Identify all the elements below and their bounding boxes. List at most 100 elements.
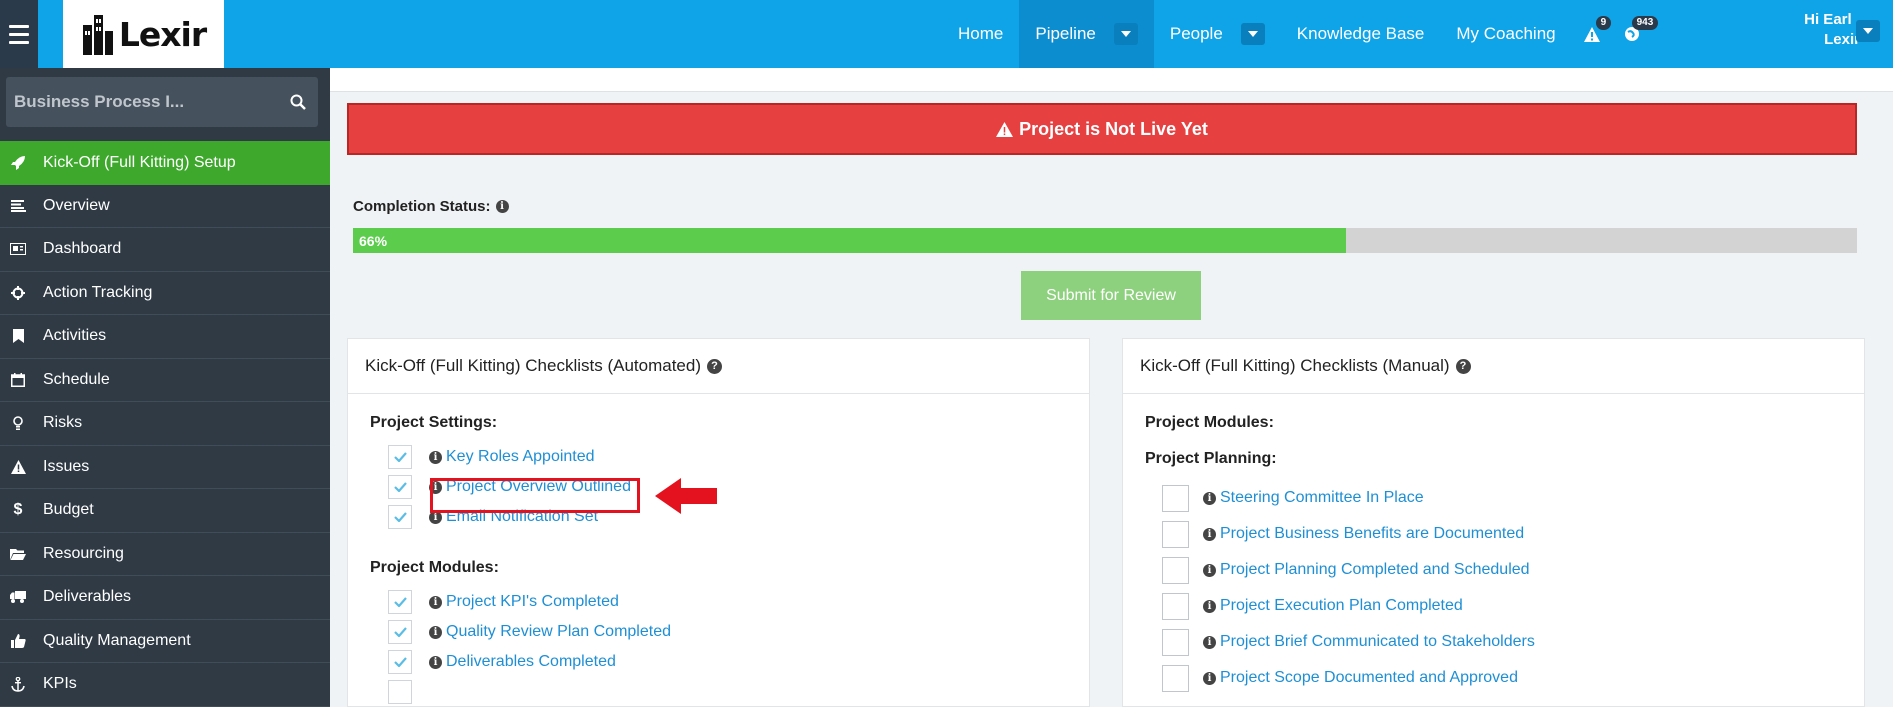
sidebar-item-label: Activities — [43, 327, 107, 345]
nav-people[interactable]: People — [1154, 0, 1281, 68]
checkbox-checked[interactable] — [388, 680, 412, 704]
sidebar-item-action-tracking[interactable]: Action Tracking — [0, 272, 330, 315]
info-icon: i — [429, 450, 442, 464]
truck-icon — [10, 589, 26, 605]
checklist-label: Project Business Benefits are Documented — [1220, 525, 1525, 542]
checklist-link[interactable]: i Project Execution Plan Completed — [1203, 597, 1463, 615]
sidebar-item-issues[interactable]: Issues — [0, 446, 330, 489]
section-title-project-planning: Project Planning: — [1145, 450, 1277, 467]
brand-name: Lexir — [118, 14, 207, 54]
checklist-link[interactable]: i Key Roles Appointed — [429, 448, 595, 466]
search-icon[interactable] — [278, 94, 318, 110]
chevron-down-icon[interactable] — [1113, 23, 1138, 45]
question-circle-icon[interactable]: ? — [707, 358, 722, 374]
nav-pipeline[interactable]: Pipeline — [1019, 0, 1154, 68]
calendar-icon — [10, 372, 26, 388]
sidebar-item-schedule[interactable]: Schedule — [0, 359, 330, 402]
checklist-link[interactable]: i Project Brief Communicated to Stakehold… — [1203, 633, 1535, 651]
sidebar-item-label: Schedule — [43, 370, 110, 388]
user-menu[interactable]: Hi Earl , Lexir — [1760, 10, 1860, 50]
chevron-down-icon[interactable] — [1240, 23, 1265, 45]
checklist-label: Quality Review Plan Completed — [446, 623, 671, 640]
notifications-button[interactable]: 943 — [1612, 0, 1659, 68]
completion-status-label: Completion Status: i — [353, 198, 509, 215]
nav-home[interactable]: Home — [942, 0, 1019, 68]
info-icon: i — [1203, 527, 1216, 541]
question-circle-icon[interactable]: ? — [1455, 358, 1471, 374]
checkbox-checked[interactable] — [388, 650, 412, 674]
checklist-label: Project Brief Communicated to Stakeholde… — [1220, 633, 1535, 650]
info-icon: i — [429, 625, 442, 639]
sidebar-item-budget[interactable]: $ Budget — [0, 489, 330, 533]
checklist-link[interactable]: i Project KPI's Completed — [429, 593, 619, 611]
nav-pipeline-label: Pipeline — [1035, 24, 1096, 43]
sidebar-item-dashboard[interactable]: Dashboard — [0, 228, 330, 272]
info-icon: i — [1203, 599, 1216, 613]
check-icon — [393, 597, 407, 607]
sidebar-item-quality-management[interactable]: Quality Management — [0, 620, 330, 663]
user-menu-chevron-down-icon[interactable] — [1856, 20, 1880, 42]
checklist-link[interactable]: i Project Planning Completed and Schedule… — [1203, 561, 1530, 579]
hamburger-menu-icon[interactable] — [0, 0, 38, 68]
top-navbar: Lexir Home Pipeline People Knowledge Bas… — [0, 0, 1893, 68]
info-icon[interactable]: i — [495, 200, 509, 213]
project-search-input[interactable] — [14, 92, 278, 112]
checklist-item: i Project KPI's Completed — [388, 587, 619, 617]
sidebar-item-kpis[interactable]: KPIs — [0, 663, 330, 707]
nav-knowledge-base-label: Knowledge Base — [1296, 24, 1425, 43]
manual-checklist-panel: Kick-Off (Full Kitting) Checklists (Manu… — [1122, 338, 1865, 707]
checklist-item: i Key Roles Appointed — [388, 442, 595, 472]
checklist-link[interactable]: i Deliverables Completed — [429, 653, 616, 671]
checkbox-unchecked[interactable] — [1162, 664, 1189, 692]
info-icon: i — [1203, 635, 1216, 649]
completion-progress-bar: 66% — [353, 228, 1857, 253]
sidebar-item-overview[interactable]: Overview — [0, 185, 330, 228]
lightbulb-icon — [10, 415, 26, 431]
checkbox-unchecked[interactable] — [1162, 556, 1189, 584]
submit-for-review-button[interactable]: Submit for Review — [1021, 271, 1201, 320]
warning-icon — [1583, 26, 1600, 42]
checklist-label: Deliverables Completed — [446, 653, 616, 670]
sidebar-menu: Kick-Off (Full Kitting) Setup Overview D… — [0, 141, 330, 707]
bookmark-icon — [10, 328, 26, 344]
checkbox-checked[interactable] — [388, 445, 412, 469]
checkbox-checked[interactable] — [388, 505, 412, 529]
checkbox-checked[interactable] — [388, 475, 412, 499]
user-org: Lexir — [1824, 31, 1860, 48]
sidebar-item-resourcing[interactable]: Resourcing — [0, 533, 330, 576]
checklist-link[interactable]: i Quality Review Plan Completed — [429, 623, 671, 641]
checklist-link[interactable]: i Project Business Benefits are Documente… — [1203, 525, 1524, 543]
crosshair-icon — [10, 285, 26, 301]
list-icon — [10, 198, 26, 214]
building-logo-icon — [82, 15, 113, 55]
nav-my-coaching[interactable]: My Coaching — [1440, 0, 1571, 68]
checkbox-checked[interactable] — [388, 620, 412, 644]
checkbox-unchecked[interactable] — [1162, 628, 1189, 656]
brand-logo[interactable]: Lexir — [63, 0, 224, 68]
thumbs-up-icon — [10, 633, 26, 649]
checkbox-checked[interactable] — [388, 590, 412, 614]
panel-title: Kick-Off (Full Kitting) Checklists (Auto… — [365, 356, 701, 375]
checklist-label: Key Roles Appointed — [446, 448, 595, 465]
checklist-link[interactable]: i Steering Committee In Place — [1203, 489, 1424, 507]
folder-icon — [10, 546, 26, 562]
check-icon — [393, 627, 407, 637]
checkbox-unchecked[interactable] — [1162, 592, 1189, 620]
sidebar-item-label: Resourcing — [43, 544, 124, 562]
section-title-project-settings: Project Settings: — [370, 414, 498, 431]
sidebar-item-risks[interactable]: Risks — [0, 402, 330, 446]
sidebar-item-activities[interactable]: Activities — [0, 315, 330, 359]
annotation-highlight-box — [430, 478, 640, 513]
content-header-strip — [330, 68, 1893, 92]
sidebar-item-kickoff-setup[interactable]: Kick-Off (Full Kitting) Setup — [0, 141, 330, 185]
checklist-link[interactable]: i Project Scope Documented and Approved — [1203, 669, 1518, 687]
info-icon: i — [429, 655, 442, 669]
sidebar-item-label: Overview — [43, 196, 110, 214]
checkbox-unchecked[interactable] — [1162, 484, 1189, 512]
sidebar-item-deliverables[interactable]: Deliverables — [0, 576, 330, 620]
checkbox-unchecked[interactable] — [1162, 520, 1189, 548]
nav-knowledge-base[interactable]: Knowledge Base — [1281, 0, 1441, 68]
alerts-button[interactable]: 9 — [1572, 0, 1612, 68]
sidebar-item-label: Quality Management — [43, 631, 191, 649]
sidebar-item-label: Budget — [43, 501, 94, 519]
